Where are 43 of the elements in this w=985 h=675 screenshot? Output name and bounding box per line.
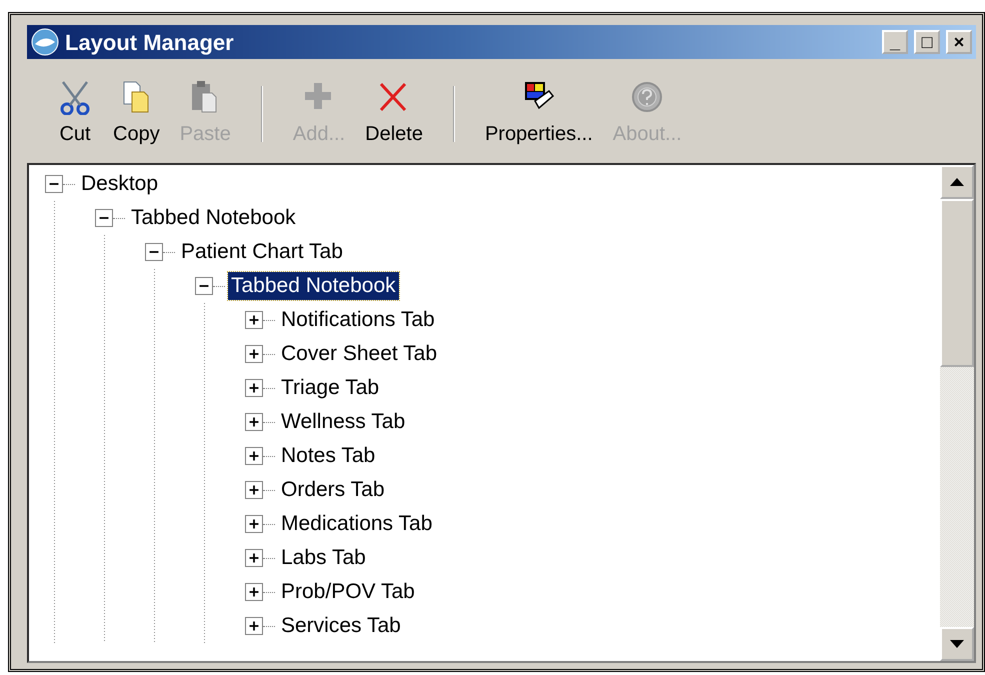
tree-item[interactable]: Orders Tab bbox=[278, 476, 388, 504]
close-button[interactable]: × bbox=[946, 30, 972, 54]
tree-item[interactable]: Services Tab bbox=[278, 612, 404, 640]
expand-icon[interactable] bbox=[245, 617, 263, 635]
collapse-icon[interactable] bbox=[195, 277, 213, 295]
expand-icon[interactable] bbox=[245, 311, 263, 329]
tree-item[interactable]: Cover Sheet Tab bbox=[278, 340, 440, 368]
collapse-icon[interactable] bbox=[145, 243, 163, 261]
tree-item[interactable]: Wellness Tab bbox=[278, 408, 408, 436]
expand-icon[interactable] bbox=[245, 447, 263, 465]
expand-icon[interactable] bbox=[245, 345, 263, 363]
toolbar-button[interactable]: Copy bbox=[103, 79, 170, 149]
expand-icon[interactable] bbox=[245, 481, 263, 499]
toolbar-button[interactable]: Delete bbox=[355, 79, 433, 149]
tree-item[interactable]: Notifications Tab bbox=[278, 306, 438, 334]
tree-item[interactable]: Prob/POV Tab bbox=[278, 578, 418, 606]
collapse-icon[interactable] bbox=[95, 209, 113, 227]
down-arrow-icon bbox=[950, 640, 964, 648]
expand-icon[interactable] bbox=[245, 413, 263, 431]
tree-item[interactable]: Labs Tab bbox=[278, 544, 369, 572]
toolbar-button[interactable]: Properties... bbox=[474, 79, 603, 149]
collapse-icon[interactable] bbox=[45, 175, 63, 193]
scroll-thumb[interactable] bbox=[940, 199, 974, 367]
tree-item[interactable]: Triage Tab bbox=[278, 374, 382, 402]
app-logo-icon bbox=[31, 28, 59, 56]
expand-icon[interactable] bbox=[245, 549, 263, 567]
window-title: Layout Manager bbox=[65, 28, 234, 57]
toolbar-button[interactable]: Cut bbox=[47, 79, 103, 149]
maximize-button[interactable]: □ bbox=[914, 30, 940, 54]
tree-item[interactable]: Tabbed Notebook bbox=[228, 272, 399, 300]
expand-icon[interactable] bbox=[245, 583, 263, 601]
tree-item[interactable]: Desktop bbox=[78, 170, 162, 198]
tree-item[interactable]: Patient Chart Tab bbox=[178, 238, 346, 266]
expand-icon[interactable] bbox=[245, 515, 263, 533]
tree-item[interactable]: Notes Tab bbox=[278, 442, 378, 470]
up-arrow-icon bbox=[950, 178, 964, 186]
scroll-down-button[interactable] bbox=[940, 627, 974, 661]
minimize-button[interactable]: _ bbox=[882, 30, 908, 54]
tree-item[interactable]: Medications Tab bbox=[278, 510, 436, 538]
tree-item[interactable]: Tabbed Notebook bbox=[128, 204, 299, 232]
scrollbar[interactable] bbox=[940, 165, 974, 661]
expand-icon[interactable] bbox=[245, 379, 263, 397]
scroll-up-button[interactable] bbox=[940, 165, 974, 199]
